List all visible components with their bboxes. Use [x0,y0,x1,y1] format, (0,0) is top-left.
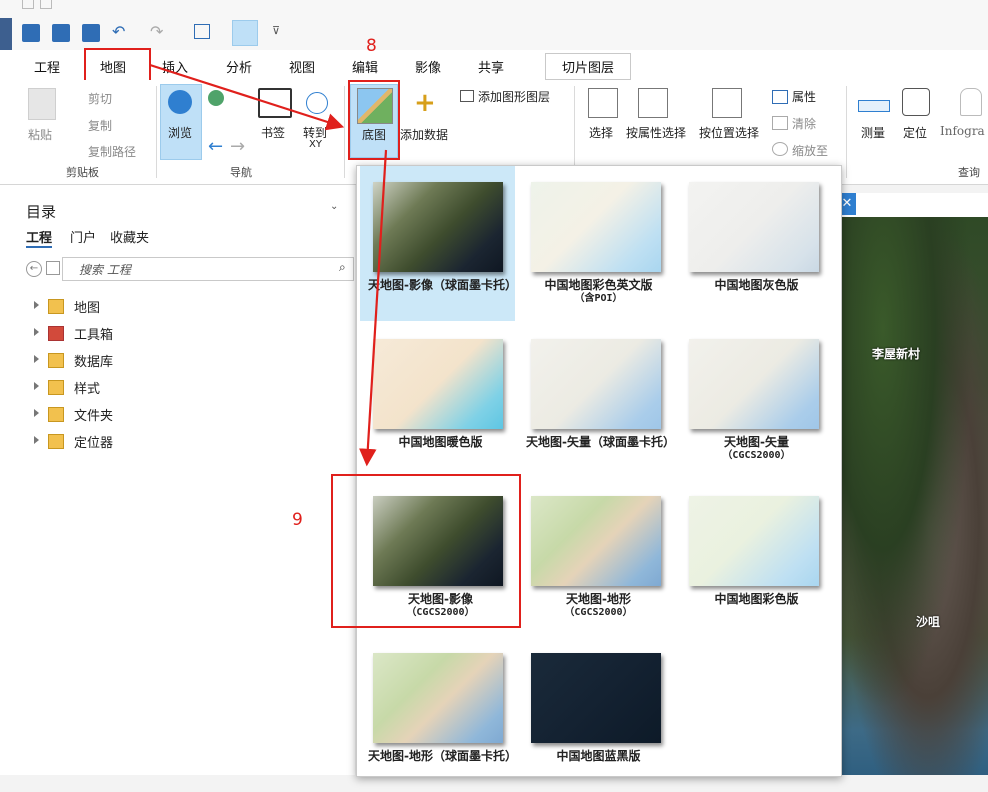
annotation-arrows [149,63,388,467]
arrow-basemap-to-imagery [359,149,388,467]
arrow-map-to-basemap [149,63,345,131]
